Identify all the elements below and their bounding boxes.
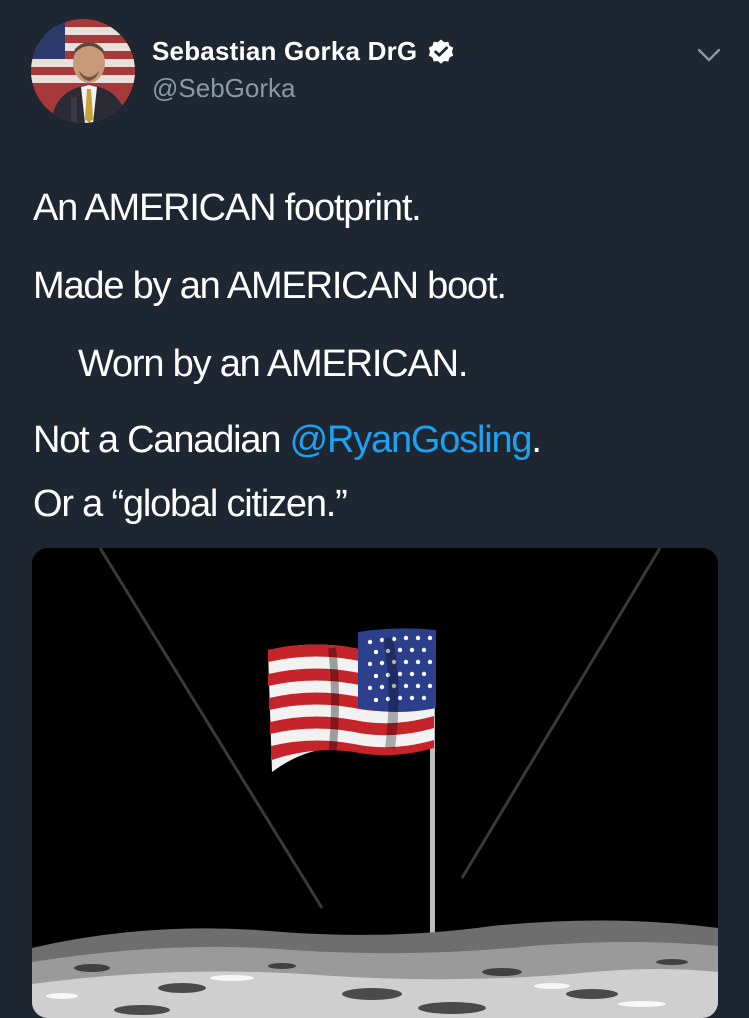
tweet-header: Sebastian Gorka DrG @SebGorka [0, 0, 749, 140]
tweet-line-3: Worn by an AMERICAN. [78, 343, 468, 385]
avatar[interactable] [31, 19, 135, 123]
display-name-text: Sebastian Gorka DrG [152, 36, 418, 66]
tweet-line-1: An AMERICAN footprint. [33, 187, 422, 229]
tweet-line-5: Or a “global citizen.” [33, 483, 348, 525]
tweet-line-2: Made by an AMERICAN boot. [33, 265, 507, 307]
tweet-line-4-suffix: . [531, 419, 542, 461]
tweet-line-4-prefix: Not a Canadian [33, 419, 290, 461]
display-name[interactable]: Sebastian Gorka DrG [152, 36, 455, 67]
chevron-down-icon[interactable] [694, 44, 724, 66]
mention-link[interactable]: @RyanGosling [290, 419, 533, 461]
tweet-media-image[interactable] [32, 548, 718, 1018]
tweet-line-4: Not a Canadian @RyanGosling. [33, 418, 542, 464]
verified-badge-icon [427, 38, 455, 66]
user-handle[interactable]: @SebGorka [152, 73, 295, 104]
